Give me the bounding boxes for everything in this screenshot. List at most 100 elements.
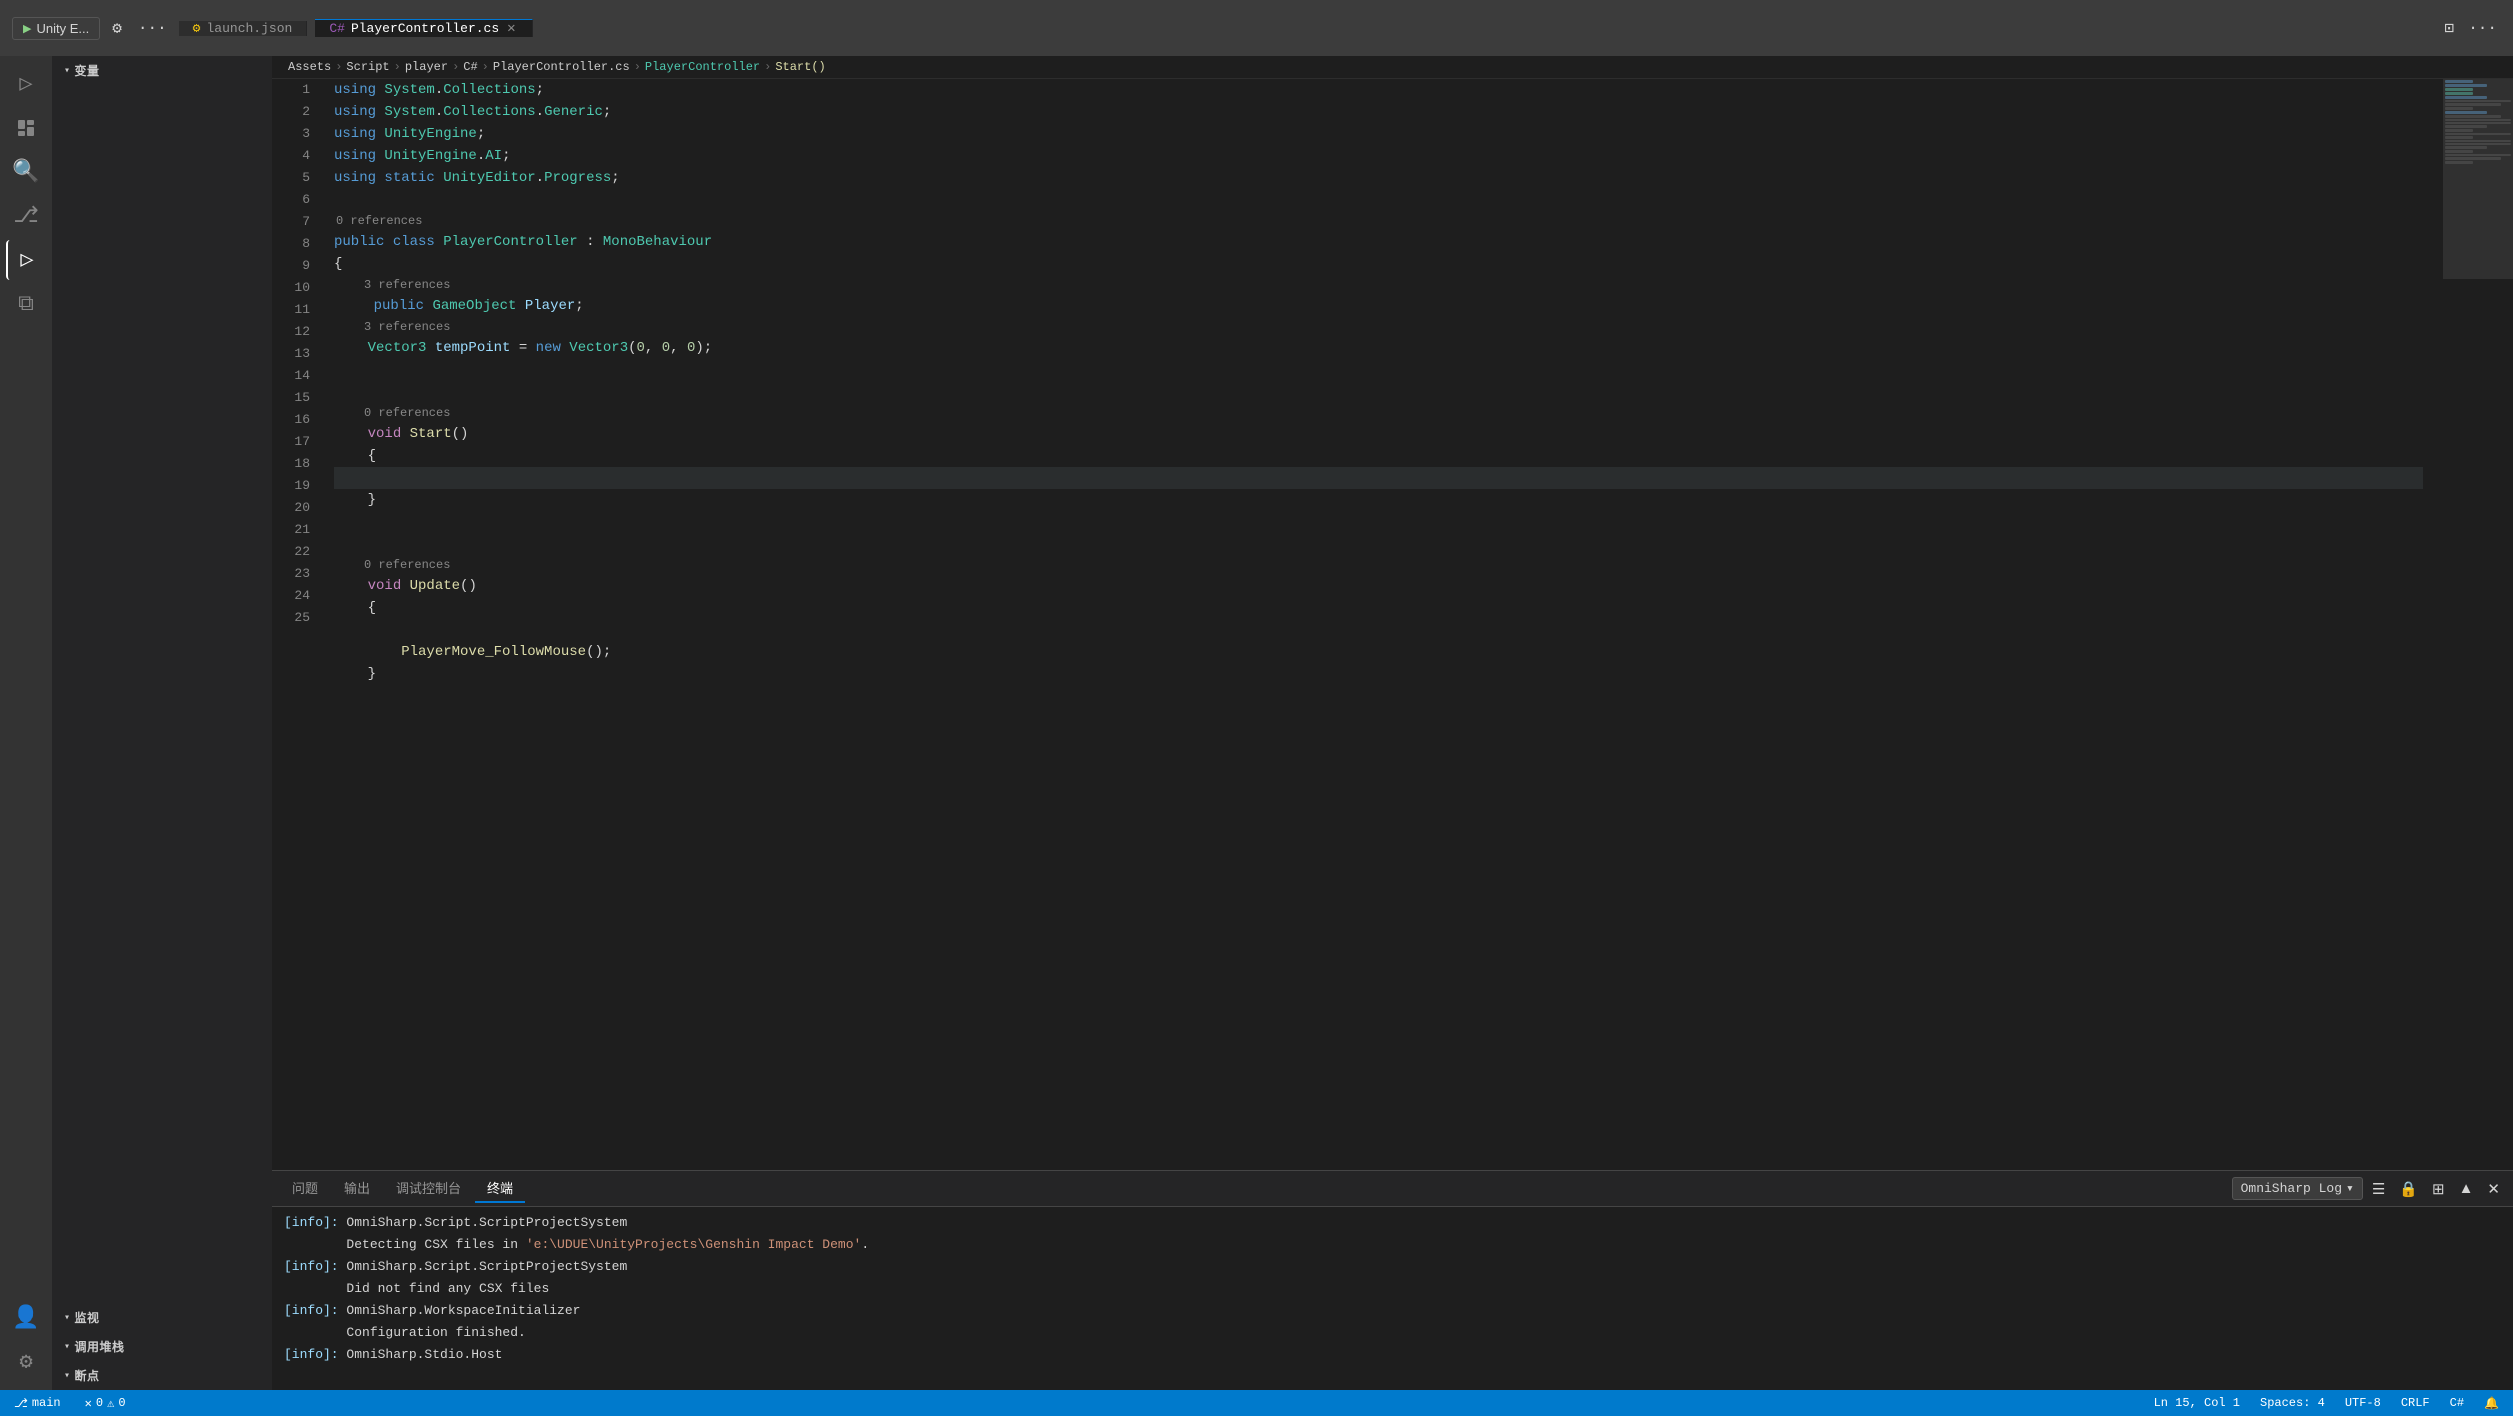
gear-icon[interactable]: ⚙ — [108, 14, 126, 42]
breadcrumb-csharp[interactable]: C# — [463, 60, 477, 74]
code-content[interactable]: using System.Collections; using System.C… — [324, 79, 2433, 1170]
run-button[interactable]: ▶ Unity E... — [12, 17, 100, 40]
line-num-11: 11 — [282, 299, 310, 321]
callstack-chevron: ▾ — [64, 1341, 71, 1353]
breadcrumb-method[interactable]: Start() — [775, 60, 825, 74]
tab-player-controller[interactable]: C# PlayerController.cs ✕ — [315, 19, 532, 37]
code-line-9: public GameObject Player; — [334, 295, 2423, 317]
code-line-18 — [334, 533, 2423, 555]
line-num-25: 25 — [282, 607, 310, 629]
panel-maximize-btn[interactable]: ▲ — [2454, 1177, 2479, 1200]
log-line-3: [info]: OmniSharp.Script.ScriptProjectSy… — [284, 1257, 2501, 1277]
panel-tab-output[interactable]: 输出 — [332, 1174, 382, 1203]
log-line-2: Detecting CSX files in 'e:\UDUE\UnityPro… — [284, 1235, 2501, 1255]
panel-lock-btn[interactable]: 🔒 — [2394, 1177, 2423, 1201]
code-line-22: PlayerMove_FollowMouse(); — [334, 641, 2423, 663]
breakpoints-header[interactable]: ▾ 断点 — [52, 1361, 272, 1390]
breadcrumb-file[interactable]: PlayerController.cs — [493, 60, 630, 74]
code-line-11 — [334, 359, 2423, 381]
sidebar: ▾ 变量 ▾ 监视 ▾ 调用堆栈 ▾ 断点 — [52, 56, 272, 1390]
ellipsis-icon[interactable]: ··· — [134, 15, 171, 41]
code-editor[interactable]: 1 2 3 4 5 6 7 8 9 10 11 12 13 14 15 16 1… — [272, 79, 2513, 1170]
more-actions-button[interactable]: ··· — [2464, 15, 2501, 41]
language-status[interactable]: C# — [2446, 1396, 2468, 1411]
ref-hint-update: 0 references — [334, 555, 2423, 575]
code-line-20: { — [334, 597, 2423, 619]
encoding-status[interactable]: UTF-8 — [2341, 1396, 2385, 1411]
activity-account[interactable]: 👤 — [6, 1298, 46, 1338]
breadcrumb-assets[interactable]: Assets — [288, 60, 331, 74]
activity-debug[interactable]: ▷ — [6, 240, 46, 280]
zero-references-start: 0 references — [364, 403, 2423, 423]
line-numbers: 1 2 3 4 5 6 7 8 9 10 11 12 13 14 15 16 1… — [272, 79, 324, 1170]
panel-split-btn[interactable]: ⊞ — [2427, 1177, 2450, 1201]
warning-icon: ⚠ — [107, 1396, 114, 1411]
variables-label: 变量 — [75, 62, 100, 79]
code-line-15 — [334, 467, 2423, 489]
panel-tab-problems[interactable]: 问题 — [280, 1174, 330, 1203]
panel-dropdown[interactable]: OmniSharp Log ▾ — [2232, 1177, 2363, 1200]
cursor-position-status[interactable]: Ln 15, Col 1 — [2150, 1396, 2244, 1411]
line-num-6: 6 — [282, 189, 310, 211]
line-num-7: 7 — [282, 211, 310, 233]
log-line-4: Did not find any CSX files — [284, 1279, 2501, 1299]
tab-launch[interactable]: ⚙ launch.json — [179, 21, 308, 36]
code-line-8: { — [334, 253, 2423, 275]
status-right: Ln 15, Col 1 Spaces: 4 UTF-8 CRLF C# 🔔 — [2150, 1396, 2503, 1411]
dropdown-chevron-icon: ▾ — [2346, 1181, 2354, 1196]
panel-list-btn[interactable]: ☰ — [2367, 1177, 2390, 1201]
activity-extensions[interactable]: ⧉ — [6, 284, 46, 324]
line-num-21: 21 — [282, 519, 310, 541]
breadcrumb-player[interactable]: player — [405, 60, 448, 74]
three-references-player: 3 references — [364, 275, 2423, 295]
panel-close-btn[interactable]: ✕ — [2482, 1177, 2505, 1201]
csharp-icon: C# — [329, 21, 345, 36]
activity-settings[interactable]: ⚙ — [6, 1342, 46, 1382]
line-num-24: 24 — [282, 585, 310, 607]
spaces-status[interactable]: Spaces: 4 — [2256, 1396, 2329, 1411]
line-num-4: 4 — [282, 145, 310, 167]
git-branch-label: main — [32, 1396, 61, 1410]
panel-tab-terminal[interactable]: 终端 — [475, 1174, 525, 1203]
errors-status[interactable]: ✕ 0 ⚠ 0 — [81, 1396, 130, 1411]
ref-hint-start: 0 references — [334, 403, 2423, 423]
code-line-6 — [334, 189, 2423, 211]
line-num-14: 14 — [282, 365, 310, 387]
title-bar: ▶ Unity E... ⚙ ··· ⚙ launch.json C# Play… — [0, 0, 2513, 56]
ref-hint-class: 0 references — [334, 211, 2423, 231]
activity-search[interactable]: 🔍 — [6, 152, 46, 192]
callstack-header[interactable]: ▾ 调用堆栈 — [52, 1332, 272, 1361]
git-icon: ⎇ — [14, 1396, 28, 1411]
close-tab-button[interactable]: ✕ — [505, 20, 517, 37]
log-line-6: Configuration finished. — [284, 1323, 2501, 1343]
launch-icon: ⚙ — [193, 21, 201, 36]
activity-run-debug[interactable]: ▷ — [6, 64, 46, 104]
warnings-count: 0 — [118, 1396, 125, 1410]
editor-area: Assets › Script › player › C# › PlayerCo… — [272, 56, 2513, 1390]
panel-tab-debug-console[interactable]: 调试控制台 — [384, 1174, 473, 1203]
git-branch-status[interactable]: ⎇ main — [10, 1396, 65, 1411]
variables-header[interactable]: ▾ 变量 — [52, 56, 272, 85]
line-num-17: 17 — [282, 431, 310, 453]
breadcrumb-class[interactable]: PlayerController — [645, 60, 760, 74]
minimap-slider[interactable] — [2443, 79, 2513, 279]
notification-bell[interactable]: 🔔 — [2480, 1396, 2503, 1411]
code-line-12 — [334, 381, 2423, 403]
line-num-18: 18 — [282, 453, 310, 475]
code-line-10: Vector3 tempPoint = new Vector3(0, 0, 0)… — [334, 337, 2423, 359]
panel-tabs: 问题 输出 调试控制台 终端 OmniSharp Log ▾ ☰ 🔒 ⊞ ▲ ✕ — [272, 1171, 2513, 1207]
split-editor-button[interactable]: ⊡ — [2441, 14, 2459, 42]
code-line-1: using System.Collections; — [334, 79, 2423, 101]
code-line-19: void Update() — [334, 575, 2423, 597]
watch-header[interactable]: ▾ 监视 — [52, 1303, 272, 1332]
activity-explore[interactable] — [6, 108, 46, 148]
line-num-23: 23 — [282, 563, 310, 585]
line-num-5: 5 — [282, 167, 310, 189]
line-num-3: 3 — [282, 123, 310, 145]
variables-section: ▾ 变量 — [52, 56, 272, 85]
callstack-section: ▾ 调用堆栈 — [52, 1332, 272, 1361]
activity-source-control[interactable]: ⎇ — [6, 196, 46, 236]
panel-dropdown-label: OmniSharp Log — [2241, 1181, 2342, 1196]
eol-status[interactable]: CRLF — [2397, 1396, 2434, 1411]
breadcrumb-script[interactable]: Script — [346, 60, 389, 74]
